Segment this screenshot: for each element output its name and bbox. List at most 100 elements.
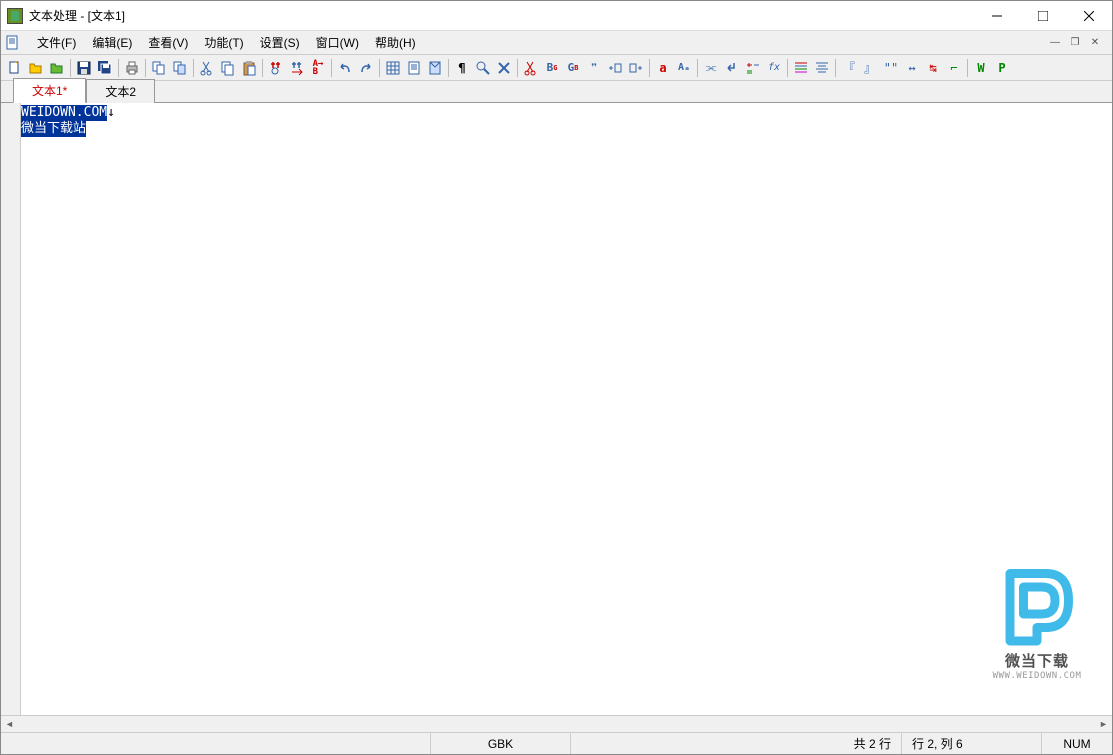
redo-icon[interactable] <box>356 58 376 78</box>
angle-icon[interactable]: ⌐ <box>944 58 964 78</box>
p-icon[interactable]: P <box>992 58 1012 78</box>
editor-line: WEIDOWN.COM↓ <box>21 105 1112 121</box>
bracket-open-icon[interactable]: 『 <box>839 58 859 78</box>
w-icon[interactable]: W <box>971 58 991 78</box>
separator <box>145 59 146 77</box>
g-icon[interactable]: GB <box>563 58 583 78</box>
bracket-close-icon[interactable]: 』 <box>860 58 880 78</box>
bold-b-icon[interactable]: BG <box>542 58 562 78</box>
copy-icon[interactable] <box>218 58 238 78</box>
tab-doc2[interactable]: 文本2 <box>86 79 155 103</box>
menu-file[interactable]: 文件(F) <box>29 31 84 54</box>
undo-icon[interactable] <box>335 58 355 78</box>
menu-view[interactable]: 查看(V) <box>140 31 196 54</box>
separator <box>697 59 698 77</box>
watermark-text: 微当下载 <box>1005 650 1069 671</box>
horizontal-scrollbar[interactable]: ◄ ► <box>1 715 1112 732</box>
copy-doc1-icon[interactable] <box>149 58 169 78</box>
doc-icon[interactable] <box>404 58 424 78</box>
selected-text: WEIDOWN.COM <box>21 105 107 121</box>
minimize-button[interactable] <box>974 1 1020 30</box>
cut-icon[interactable] <box>197 58 217 78</box>
tab-handle[interactable] <box>1 81 9 102</box>
separator <box>448 59 449 77</box>
page-icon[interactable] <box>425 58 445 78</box>
lowercase-icon[interactable]: a <box>653 58 673 78</box>
selected-text: 微当下载站 <box>21 121 86 137</box>
separator <box>118 59 119 77</box>
status-cursor-pos: 行 2, 列 6 <box>902 733 1042 754</box>
mdi-minimize-button[interactable]: — <box>1046 35 1064 51</box>
status-line-count: 共 2 行 <box>844 733 902 754</box>
grid-icon[interactable] <box>383 58 403 78</box>
find-next-icon[interactable] <box>287 58 307 78</box>
tool-x-icon[interactable] <box>494 58 514 78</box>
mdi-restore-button[interactable]: ❐ <box>1066 35 1084 51</box>
menu-window[interactable]: 窗口(W) <box>308 31 367 54</box>
close-button[interactable] <box>1066 1 1112 30</box>
watermark-url: WWW.WEIDOWN.COM <box>993 671 1082 681</box>
app-icon <box>7 8 23 24</box>
menu-settings[interactable]: 设置(S) <box>252 31 308 54</box>
paste-icon[interactable] <box>239 58 259 78</box>
separator <box>70 59 71 77</box>
find-icon[interactable] <box>266 58 286 78</box>
separator <box>262 59 263 77</box>
menu-bar: 文件(F) 编辑(E) 查看(V) 功能(T) 设置(S) 窗口(W) 帮助(H… <box>1 31 1112 55</box>
menu-edit[interactable]: 编辑(E) <box>84 31 140 54</box>
maximize-button[interactable] <box>1020 1 1066 30</box>
editor-line: 微当下载站 <box>21 121 1112 137</box>
mdi-controls: — ❐ ✕ <box>1046 35 1108 51</box>
menu-help[interactable]: 帮助(H) <box>367 31 424 54</box>
title-bar: 文本处理 - [文本1] <box>1 1 1112 31</box>
scroll-left-icon[interactable]: ◄ <box>1 716 18 733</box>
window-title: 文本处理 - [文本1] <box>29 7 974 24</box>
tab-bar: 文本1* 文本2 <box>1 81 1112 103</box>
editor-area: WEIDOWN.COM↓ 微当下载站 微当下载 WWW.WEIDOWN.COM <box>1 103 1112 715</box>
save-icon[interactable] <box>74 58 94 78</box>
save-all-icon[interactable] <box>95 58 115 78</box>
toolbar: A→B ¶ BG GB ❞ a Aₐ ⫘ fx 『 』 "" ↔ ↹ <box>1 55 1112 81</box>
open-folder-icon[interactable] <box>47 58 67 78</box>
fx-icon[interactable]: fx <box>764 58 784 78</box>
new-icon[interactable] <box>5 58 25 78</box>
menu-func[interactable]: 功能(T) <box>196 31 251 54</box>
f2-icon[interactable] <box>626 58 646 78</box>
watermark-logo: 微当下载 WWW.WEIDOWN.COM <box>972 555 1102 685</box>
break-icon[interactable] <box>722 58 742 78</box>
scissors-red-icon[interactable] <box>521 58 541 78</box>
left-ruler <box>1 103 21 715</box>
status-encoding: GBK <box>431 733 571 754</box>
pilcrow-icon[interactable]: ¶ <box>452 58 472 78</box>
separator <box>193 59 194 77</box>
uppercase-icon[interactable]: Aₐ <box>674 58 694 78</box>
justify-icon[interactable] <box>812 58 832 78</box>
separator <box>517 59 518 77</box>
separator <box>379 59 380 77</box>
text-editor[interactable]: WEIDOWN.COM↓ 微当下载站 微当下载 WWW.WEIDOWN.COM <box>21 103 1112 715</box>
open-icon[interactable] <box>26 58 46 78</box>
indent-icon[interactable] <box>791 58 811 78</box>
scroll-right-icon[interactable]: ► <box>1095 716 1112 733</box>
hrule2-icon[interactable]: ↹ <box>923 58 943 78</box>
replace-icon[interactable]: A→B <box>308 58 328 78</box>
separator <box>331 59 332 77</box>
print-icon[interactable] <box>122 58 142 78</box>
status-message <box>1 733 431 754</box>
hrule1-icon[interactable]: ↔ <box>902 58 922 78</box>
menu-icon <box>5 35 21 51</box>
separator <box>835 59 836 77</box>
separator <box>649 59 650 77</box>
quote-mark-icon[interactable]: ❞ <box>584 58 604 78</box>
quote-icon[interactable]: "" <box>881 58 901 78</box>
tool-magnify-icon[interactable] <box>473 58 493 78</box>
f1-icon[interactable] <box>605 58 625 78</box>
tab-doc1[interactable]: 文本1* <box>13 78 86 103</box>
mdi-close-button[interactable]: ✕ <box>1086 35 1104 51</box>
calc-icon[interactable] <box>743 58 763 78</box>
u1-icon[interactable]: ⫘ <box>701 58 721 78</box>
app-window: 文本处理 - [文本1] 文件(F) 编辑(E) 查看(V) 功能(T) 设置(… <box>0 0 1113 755</box>
separator <box>967 59 968 77</box>
line-end-marker: ↓ <box>107 105 115 120</box>
copy-doc2-icon[interactable] <box>170 58 190 78</box>
